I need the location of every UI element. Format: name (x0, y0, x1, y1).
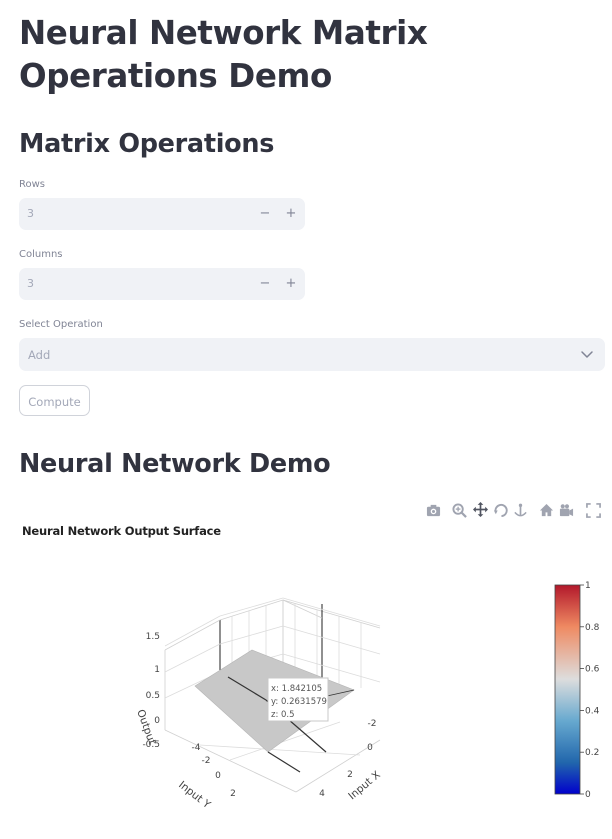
surface-plot-3d[interactable]: 1.510.50-0.5 420-2 -4-202 Output Input X… (0, 519, 612, 839)
rows-label: Rows (19, 179, 46, 190)
matrix-operations-heading: Matrix Operations (19, 129, 275, 159)
columns-label: Columns (19, 249, 63, 260)
colorbar-tick-label: 0.2 (585, 748, 599, 758)
columns-increment-button[interactable]: + (281, 274, 301, 294)
y-axis-label: Input Y (176, 779, 213, 812)
rows-decrement-button[interactable]: − (255, 204, 275, 224)
hover-y-value: y: 0.2631579 (271, 697, 327, 707)
x-tick-label: 4 (319, 789, 325, 799)
y-tick-label: 2 (230, 789, 236, 799)
colorbar-tick-label: 0.6 (585, 665, 600, 675)
scene-line (267, 751, 301, 773)
pan-icon[interactable] (473, 502, 488, 517)
y-tick-label: 0 (215, 771, 221, 781)
y-tick-label: -4 (192, 743, 201, 753)
reset-camera-icon[interactable] (539, 503, 554, 518)
rows-value[interactable]: 3 (27, 207, 34, 220)
scene-line (282, 597, 381, 627)
hover-tooltip: x: 1.842105 y: 0.2631579 z: 0.5 (267, 677, 329, 722)
colorbar-ticks: 1 0.8 0.6 0.4 0.2 0 (580, 581, 600, 800)
scene-line (219, 625, 284, 645)
last-saved-camera-icon[interactable] (559, 503, 574, 518)
colorbar-tick-label: 0.4 (585, 706, 600, 716)
rows-number-input[interactable]: 3 − + (19, 198, 305, 230)
orbit-rotation-icon[interactable] (493, 503, 508, 518)
y-tick-label: -2 (202, 756, 211, 766)
hover-z-value: z: 0.5 (271, 710, 295, 720)
x-tick-label: -2 (368, 719, 377, 729)
operation-selected-value: Add (28, 348, 51, 362)
turntable-rotation-icon[interactable] (513, 503, 528, 518)
x-tick-label: 0 (367, 743, 373, 753)
scene-line (219, 597, 284, 617)
scene-line (219, 599, 284, 621)
z-tick-label: 1 (154, 665, 160, 675)
z-axis-label: Output (134, 708, 158, 746)
scene-line (282, 599, 323, 619)
columns-number-input[interactable]: 3 − + (19, 268, 305, 300)
columns-value[interactable]: 3 (27, 277, 34, 290)
page-title: Neural Network Matrix Operations Demo (19, 14, 428, 95)
scene-line (164, 615, 221, 647)
camera-icon[interactable] (426, 503, 441, 518)
rows-increment-button[interactable]: + (281, 204, 301, 224)
fullscreen-icon[interactable] (586, 503, 601, 518)
colorbar-tick-label: 1 (585, 581, 591, 591)
zoom-icon[interactable] (452, 503, 467, 518)
colorbar (554, 584, 581, 795)
colorbar-tick-label: 0 (585, 790, 591, 800)
scene-line (282, 625, 381, 655)
hover-x-value: x: 1.842105 (271, 684, 322, 694)
scene-line (282, 599, 381, 629)
scene-line (164, 619, 221, 651)
z-tick-label: 0 (154, 716, 160, 726)
scene-line (199, 744, 361, 756)
x-tick-label: 2 (347, 770, 353, 780)
neural-network-heading: Neural Network Demo (19, 449, 331, 479)
compute-button[interactable]: Compute (19, 385, 90, 416)
operation-label: Select Operation (19, 319, 103, 330)
colorbar-tick-label: 0.8 (585, 623, 600, 633)
columns-decrement-button[interactable]: − (255, 274, 275, 294)
chevron-down-icon[interactable] (579, 346, 595, 362)
z-tick-label: 1.5 (146, 632, 160, 642)
operation-select[interactable]: Add (19, 338, 605, 371)
scene-line (164, 643, 221, 673)
z-tick-label: 0.5 (146, 691, 160, 701)
